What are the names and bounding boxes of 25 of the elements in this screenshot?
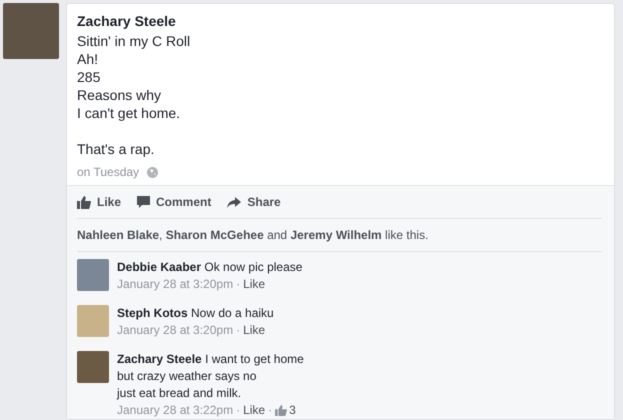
separator-dot: · [236,402,240,419]
author-name[interactable]: Zachary Steele [77,12,176,30]
separator-dot: · [236,276,240,293]
avatar-placeholder[interactable] [77,351,109,383]
speech-bubble-icon [137,196,150,208]
separator-dot: · [268,402,272,419]
likes-count[interactable]: 3 [289,402,296,419]
thumbs-up-icon [77,196,91,208]
comment-text: Zachary Steele I want to get home but crazy weather says no just eat bread and milk. [117,351,304,402]
thumbs-up-icon [275,405,288,416]
like-link[interactable]: Like [243,402,266,419]
share-button[interactable]: Share [227,195,281,209]
separator-dot: · [236,322,240,339]
arrow-icon [227,196,242,208]
comment-button[interactable]: Comment [137,195,212,209]
like-link[interactable]: Like [243,322,266,339]
comment-text: Steph Kotos Now do a haiku [117,305,274,322]
avatar-placeholder[interactable] [77,305,109,337]
avatar-placeholder[interactable] [77,259,109,291]
likes-summary: Nahleen Blake, Sharon McGehee and Jeremy Wilhelm like this. [77,219,602,252]
avatar-placeholder[interactable] [3,3,59,59]
post-text: Sittin' in my C Roll Ah! 285 Reasons why I can't get home. That's a rap. [77,32,190,158]
comment-text: Debbie Kaaber Ok now pic please [117,259,302,276]
like-button[interactable]: Like [77,195,122,209]
like-link[interactable]: Like [243,276,266,293]
